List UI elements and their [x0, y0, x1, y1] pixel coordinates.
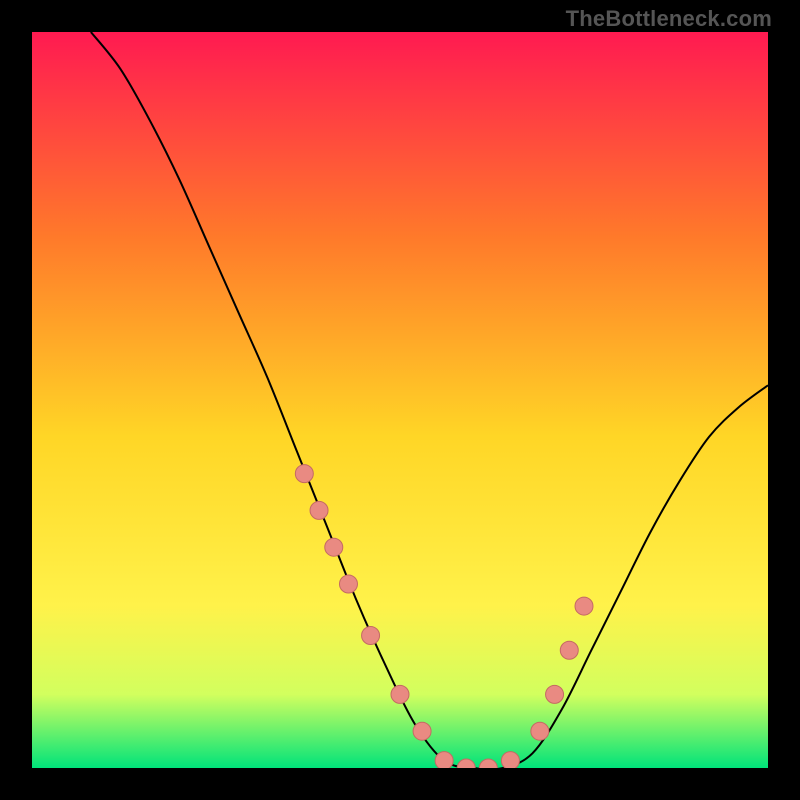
data-marker [435, 752, 453, 768]
data-marker [575, 597, 593, 615]
data-marker [339, 575, 357, 593]
data-marker [413, 722, 431, 740]
data-marker [391, 685, 409, 703]
bottleneck-chart [32, 32, 768, 768]
chart-frame: TheBottleneck.com [0, 0, 800, 800]
plot-area [32, 32, 768, 768]
data-marker [325, 538, 343, 556]
data-marker [362, 627, 380, 645]
data-marker [310, 501, 328, 519]
gradient-background [32, 32, 768, 768]
data-marker [531, 722, 549, 740]
data-marker [295, 465, 313, 483]
data-marker [560, 641, 578, 659]
data-marker [501, 752, 519, 768]
data-marker [546, 685, 564, 703]
watermark-label: TheBottleneck.com [566, 6, 772, 32]
